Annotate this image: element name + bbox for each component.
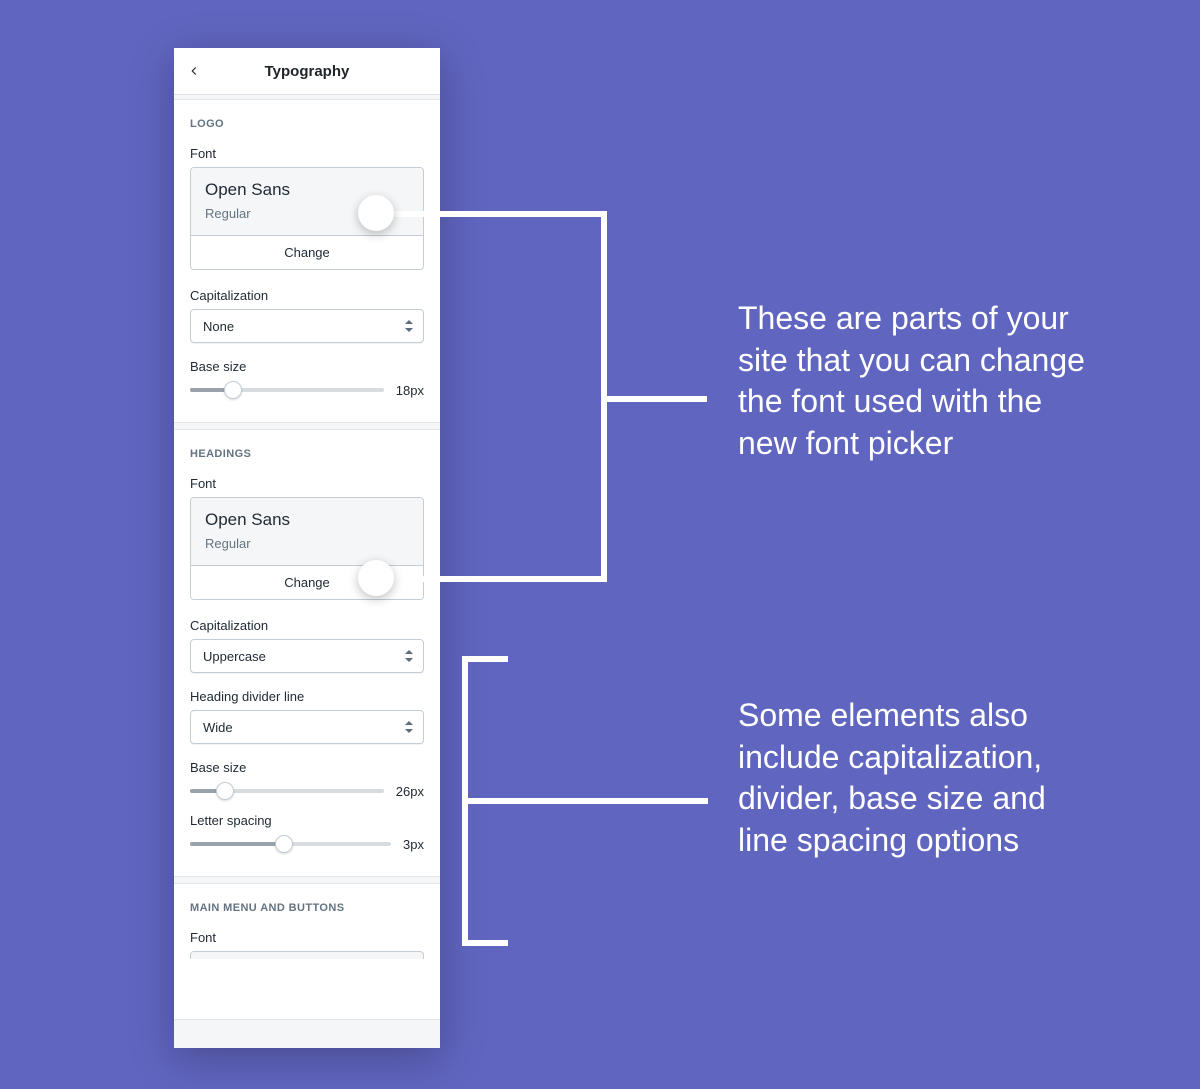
headings-cap-select[interactable]: Uppercase <box>190 639 424 673</box>
callout-marker-logo <box>358 195 394 231</box>
section-title-mainmenu: MAIN MENU AND BUTTONS <box>190 902 424 914</box>
headings-letterspacing-label: Letter spacing <box>190 813 424 828</box>
logo-basesize-row: 18px <box>190 380 424 400</box>
logo-cap-value: None <box>203 319 234 334</box>
logo-basesize-label: Base size <box>190 359 424 374</box>
chevron-left-icon <box>187 64 201 78</box>
headings-font-display: Open Sans Regular <box>191 498 423 565</box>
logo-basesize-slider[interactable] <box>190 380 384 400</box>
section-headings: HEADINGS Font Open Sans Regular Change C… <box>174 429 440 877</box>
headings-letterspacing-value: 3px <box>403 837 424 852</box>
section-mainmenu: MAIN MENU AND BUTTONS Font <box>174 883 440 1020</box>
bracket-top-line2 <box>394 576 607 582</box>
logo-font-change-button[interactable]: Change <box>191 235 423 269</box>
headings-basesize-label: Base size <box>190 760 424 775</box>
headings-cap-value: Uppercase <box>203 649 266 664</box>
annotation-bottom: Some elements also include capitalizatio… <box>738 695 1098 861</box>
section-title-headings: HEADINGS <box>190 448 424 460</box>
bracket-top-stem <box>607 396 707 402</box>
headings-font-label: Font <box>190 476 424 491</box>
headings-divider-label: Heading divider line <box>190 689 424 704</box>
headings-divider-value: Wide <box>203 720 233 735</box>
headings-cap-label: Capitalization <box>190 618 424 633</box>
logo-cap-label: Capitalization <box>190 288 424 303</box>
mainmenu-font-label: Font <box>190 930 424 945</box>
select-sort-icon <box>405 650 413 662</box>
bracket-bot-bot <box>462 940 508 946</box>
bracket-top-line1 <box>394 211 607 217</box>
headings-letterspacing-slider[interactable] <box>190 834 391 854</box>
logo-cap-select[interactable]: None <box>190 309 424 343</box>
select-sort-icon <box>405 320 413 332</box>
mainmenu-font-card <box>190 951 424 959</box>
section-title-logo: LOGO <box>190 118 424 130</box>
panel-header: Typography <box>174 48 440 95</box>
section-logo: LOGO Font Open Sans Regular Change Capit… <box>174 99 440 423</box>
headings-letterspacing-row: 3px <box>190 834 424 854</box>
headings-basesize-row: 26px <box>190 781 424 801</box>
logo-font-label: Font <box>190 146 424 161</box>
typography-panel: Typography LOGO Font Open Sans Regular C… <box>174 48 440 1048</box>
annotation-top: These are parts of your site that you ca… <box>738 298 1098 464</box>
headings-basesize-value: 26px <box>396 784 424 799</box>
bracket-bot-stem <box>468 798 708 804</box>
bracket-bot-top <box>462 656 508 662</box>
select-sort-icon <box>405 721 413 733</box>
headings-divider-select[interactable]: Wide <box>190 710 424 744</box>
headings-font-name: Open Sans <box>205 510 409 530</box>
logo-basesize-value: 18px <box>396 383 424 398</box>
callout-marker-headings <box>358 560 394 596</box>
headings-font-weight: Regular <box>205 536 409 551</box>
headings-basesize-slider[interactable] <box>190 781 384 801</box>
back-button[interactable] <box>174 48 214 95</box>
